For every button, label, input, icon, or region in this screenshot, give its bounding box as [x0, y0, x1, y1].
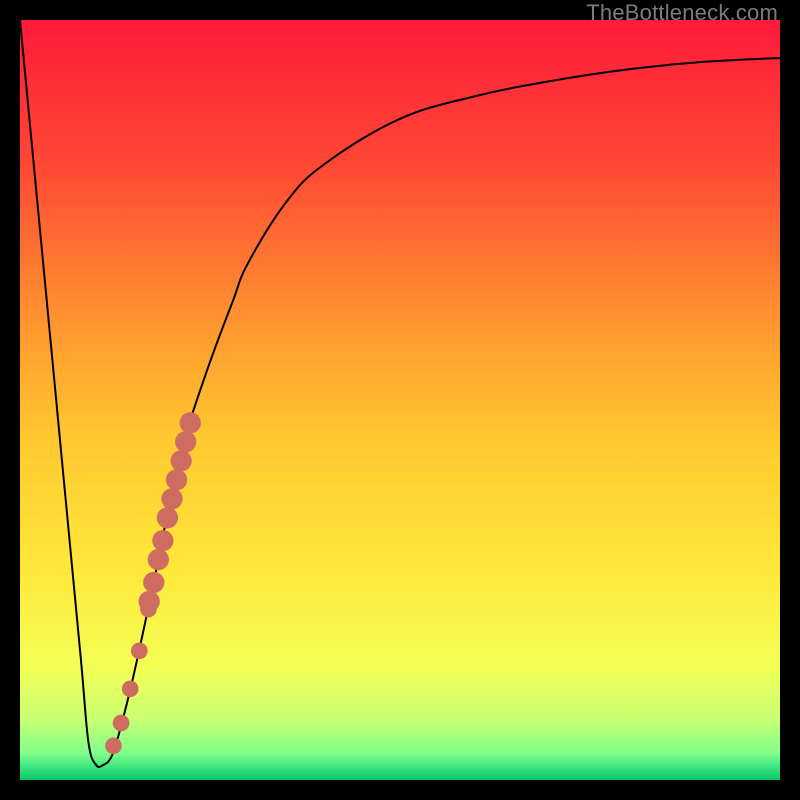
data-marker — [143, 572, 164, 593]
data-marker — [131, 642, 148, 659]
data-marker — [161, 488, 182, 509]
data-marker — [170, 450, 191, 471]
data-marker — [105, 737, 122, 754]
curve-layer — [20, 20, 780, 780]
data-marker — [148, 549, 169, 570]
chart-frame: TheBottleneck.com — [0, 0, 800, 800]
data-marker — [122, 680, 139, 697]
watermark-text: TheBottleneck.com — [586, 0, 778, 26]
data-marker — [175, 431, 196, 452]
data-marker — [157, 507, 178, 528]
data-marker — [152, 530, 173, 551]
data-marker — [166, 469, 187, 490]
data-marker — [139, 591, 160, 612]
plot-area — [20, 20, 780, 780]
data-marker — [180, 412, 201, 433]
data-marker — [113, 715, 130, 732]
marker-group — [105, 412, 201, 754]
